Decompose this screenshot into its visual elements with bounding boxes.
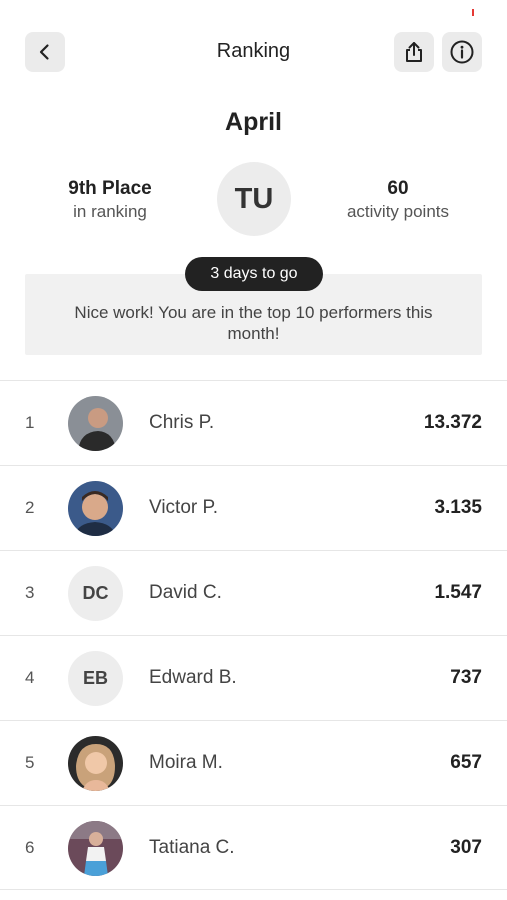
points-stat: 60 activity points: [330, 177, 466, 223]
avatar: EB: [68, 651, 123, 706]
user-photo-icon: [68, 481, 123, 536]
avatar: [68, 396, 123, 451]
ranking-row[interactable]: 2 Victor P. 3.135: [0, 465, 507, 550]
user-photo-icon: [68, 396, 123, 451]
user-points: 657: [450, 752, 482, 773]
place-label: in ranking: [73, 202, 147, 221]
user-avatar: TU: [217, 162, 291, 236]
avatar: [68, 481, 123, 536]
user-name: Edward B.: [149, 667, 237, 688]
user-points: 737: [450, 667, 482, 688]
user-points: 3.135: [434, 497, 482, 518]
user-points: 1.547: [434, 582, 482, 603]
place-value: 9th Place: [68, 178, 152, 199]
countdown-badge: 3 days to go: [185, 257, 323, 291]
ranking-row[interactable]: 1 Chris P. 13.372: [0, 380, 507, 465]
rank-number: 1: [25, 413, 35, 432]
avatar: DC: [68, 566, 123, 621]
rank-number: 5: [25, 753, 35, 772]
user-photo-icon: [68, 736, 123, 791]
user-name: Chris P.: [149, 412, 215, 433]
ranking-row[interactable]: 4 EB Edward B. 737: [0, 635, 507, 720]
rank-number: 3: [25, 583, 35, 602]
ranking-row[interactable]: 6 Tatiana C. 307: [0, 805, 507, 890]
share-button[interactable]: [394, 32, 434, 72]
user-photo-icon: [68, 821, 123, 876]
rank-number: 2: [25, 498, 35, 517]
place-stat: 9th Place in ranking: [30, 177, 190, 223]
ranking-row[interactable]: 3 DC David C. 1.547: [0, 550, 507, 635]
user-name: Moira M.: [149, 752, 223, 773]
user-name: Victor P.: [149, 497, 219, 518]
user-name: David C.: [149, 582, 222, 603]
motivation-text: Nice work! You are in the top 10 perform…: [74, 303, 433, 343]
info-button[interactable]: [442, 32, 482, 72]
avatar: [68, 821, 123, 876]
ranking-row[interactable]: 5 Moira M. 657: [0, 720, 507, 805]
avatar: [68, 736, 123, 791]
rank-number: 4: [25, 668, 35, 687]
share-icon: [406, 42, 422, 62]
info-icon: [450, 40, 474, 64]
points-value: 60: [387, 178, 409, 199]
status-indicator: [472, 9, 474, 16]
user-name: Tatiana C.: [149, 837, 235, 858]
month-title: April: [225, 108, 282, 136]
rank-number: 6: [25, 838, 35, 857]
user-points: 307: [450, 837, 482, 858]
user-points: 13.372: [423, 412, 482, 433]
ranking-list: 1 Chris P. 13.372 2 Victor P. 3.135 3 DC…: [0, 380, 507, 890]
header: Ranking: [0, 0, 507, 100]
points-label: activity points: [346, 202, 450, 221]
